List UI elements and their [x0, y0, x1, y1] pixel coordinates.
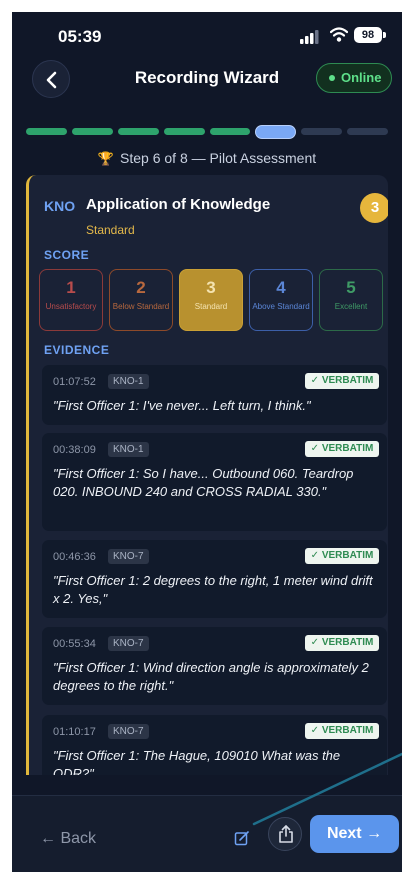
phone-screen: 05:39 98 Recording Wizard Online 🏆 Step 6…	[12, 12, 402, 872]
annotation-arrow	[252, 752, 402, 826]
